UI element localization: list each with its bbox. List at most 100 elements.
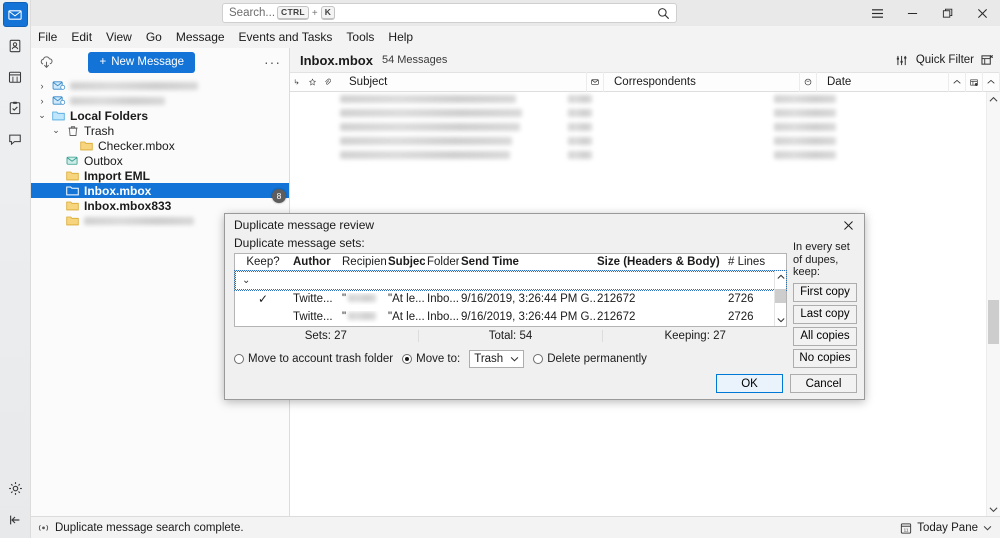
- folder-pane-options-icon[interactable]: ···: [264, 54, 281, 70]
- message-list-scroll-up-icon[interactable]: [983, 72, 1000, 92]
- keep-checkmark-icon[interactable]: ✓: [235, 292, 291, 306]
- radio-indicator-delete-permanently[interactable]: [533, 354, 544, 364]
- grid-scrollbar-thumb[interactable]: [775, 289, 786, 303]
- starred-column-icon[interactable]: [305, 72, 320, 92]
- table-row[interactable]: [290, 120, 1000, 134]
- grid-col-keep[interactable]: Keep?: [235, 256, 291, 268]
- menu-file[interactable]: File: [31, 27, 64, 47]
- attachment-column-icon[interactable]: [320, 72, 335, 92]
- display-options-icon[interactable]: [981, 54, 994, 66]
- table-row[interactable]: [290, 106, 1000, 120]
- grid-scrollbar-track[interactable]: [775, 283, 786, 314]
- menu-view[interactable]: View: [99, 27, 139, 47]
- duplicate-message-row[interactable]: ✓ Twitte... " "At le... Inbo... 9/16/2019, 3:…: [235, 290, 786, 308]
- group-expand-twisty-icon[interactable]: ⌄: [242, 275, 250, 286]
- folder-twisty-icon[interactable]: ›: [37, 96, 47, 106]
- all-copies-button[interactable]: All copies: [793, 326, 857, 346]
- first-copy-button[interactable]: First copy: [793, 282, 857, 302]
- app-menu-button[interactable]: [860, 0, 895, 26]
- thread-column-icon[interactable]: [290, 72, 305, 92]
- folder-row[interactable]: Checker.mbox: [31, 138, 289, 153]
- menu-events-and-tasks[interactable]: Events and Tasks: [232, 27, 340, 47]
- menu-message[interactable]: Message: [169, 27, 232, 47]
- collapse-rail-icon[interactable]: [3, 507, 28, 532]
- quick-filter-label[interactable]: Quick Filter: [916, 54, 974, 66]
- scrollbar-thumb[interactable]: [988, 300, 999, 344]
- table-cell-redacted: [340, 95, 516, 103]
- date-column-header[interactable]: Date: [817, 72, 949, 92]
- column-picker-icon[interactable]: [966, 72, 983, 92]
- scrollbar-up-arrow-icon[interactable]: [989, 92, 998, 106]
- table-row[interactable]: [290, 134, 1000, 148]
- grid-col-folder[interactable]: Folder: [425, 256, 459, 268]
- folder-row[interactable]: Inbox.mbox833: [31, 198, 289, 213]
- table-row[interactable]: [290, 92, 1000, 106]
- folder-twisty-icon[interactable]: ⌄: [37, 110, 47, 121]
- folder-row[interactable]: ›: [31, 78, 289, 93]
- search-input[interactable]: Search... CTRL + K: [222, 3, 677, 23]
- folder-twisty-icon[interactable]: ›: [37, 81, 47, 91]
- grid-col-size[interactable]: Size (Headers & Body): [595, 256, 726, 268]
- menu-edit[interactable]: Edit: [64, 27, 99, 47]
- cell-send-time: 9/16/2019, 3:26:44 PM G...: [461, 311, 595, 323]
- folder-twisty-icon[interactable]: ⌄: [51, 125, 61, 136]
- duplicate-message-row[interactable]: Twitte... " "At le... Inbo... 9/16/2019, 3:2…: [235, 308, 786, 326]
- folder-row-selected[interactable]: Inbox.mbox: [31, 183, 289, 198]
- scrollbar-track[interactable]: [987, 106, 1000, 502]
- table-cell-redacted: [774, 151, 836, 159]
- chat-space-icon[interactable]: [3, 126, 28, 151]
- last-copy-button[interactable]: Last copy: [793, 304, 857, 324]
- get-messages-icon[interactable]: [39, 55, 54, 70]
- radio-move-to[interactable]: Move to:: [402, 353, 460, 365]
- close-button[interactable]: [965, 0, 1000, 26]
- address-book-space-icon[interactable]: [3, 33, 28, 58]
- new-message-button[interactable]: + New Message: [88, 51, 196, 73]
- status-bar: Duplicate message search complete. 11 To…: [0, 516, 1000, 538]
- subject-column-header[interactable]: Subject: [335, 72, 587, 92]
- folder-row[interactable]: Import EML: [31, 168, 289, 183]
- calendar-space-icon[interactable]: [3, 64, 28, 89]
- ok-button[interactable]: OK: [716, 374, 783, 393]
- radio-indicator-move-to[interactable]: [402, 354, 413, 364]
- correspondents-column-header[interactable]: Correspondents: [604, 72, 800, 92]
- minimize-button[interactable]: [895, 0, 930, 26]
- no-copies-button[interactable]: No copies: [793, 348, 857, 368]
- mail-space-icon[interactable]: [2, 2, 28, 27]
- folder-label: Trash: [84, 123, 115, 138]
- menu-go[interactable]: Go: [139, 27, 169, 47]
- grid-col-author[interactable]: Author: [291, 256, 340, 268]
- grid-col-subject[interactable]: Subject: [386, 256, 425, 268]
- folder-row[interactable]: ⌄ Trash: [31, 123, 289, 138]
- radio-move-to-account-trash[interactable]: Move to account trash folder: [234, 353, 393, 365]
- folder-row[interactable]: ›: [31, 93, 289, 108]
- menu-tools[interactable]: Tools: [339, 27, 381, 47]
- table-row[interactable]: [290, 148, 1000, 162]
- grid-col-lines[interactable]: # Lines: [726, 256, 786, 268]
- folder-row[interactable]: Outbox: [31, 153, 289, 168]
- spam-column-icon[interactable]: [800, 72, 817, 92]
- menu-help[interactable]: Help: [381, 27, 420, 47]
- grid-scrollbar[interactable]: [774, 271, 786, 326]
- radio-indicator-account-trash[interactable]: [234, 354, 244, 364]
- today-pane-icon[interactable]: 11: [900, 522, 912, 534]
- settings-gear-icon[interactable]: [3, 476, 28, 501]
- move-to-folder-select[interactable]: Trash: [469, 350, 525, 368]
- message-list-scrollbar[interactable]: [986, 92, 1000, 516]
- duplicate-set-group-row[interactable]: ⌄: [234, 270, 787, 291]
- cancel-button[interactable]: Cancel: [790, 374, 857, 393]
- grid-scroll-down-icon[interactable]: [775, 314, 786, 326]
- sort-ascending-icon[interactable]: [949, 72, 966, 92]
- grid-scroll-up-icon[interactable]: [775, 271, 786, 283]
- today-pane-label[interactable]: Today Pane: [917, 522, 978, 534]
- scrollbar-down-arrow-icon[interactable]: [989, 502, 998, 516]
- maximize-restore-button[interactable]: [930, 0, 965, 26]
- today-pane-chevron-icon[interactable]: [983, 525, 992, 531]
- tasks-space-icon[interactable]: [3, 95, 28, 120]
- unread-column-icon[interactable]: [587, 72, 604, 92]
- dialog-close-icon[interactable]: [836, 214, 860, 236]
- grid-col-recipients[interactable]: Recipients: [340, 256, 386, 268]
- radio-delete-permanently[interactable]: Delete permanently: [533, 353, 647, 365]
- grid-col-send-time[interactable]: Send Time: [459, 256, 595, 268]
- quick-filter-icon[interactable]: [896, 55, 909, 66]
- folder-row[interactable]: ⌄ Local Folders: [31, 108, 289, 123]
